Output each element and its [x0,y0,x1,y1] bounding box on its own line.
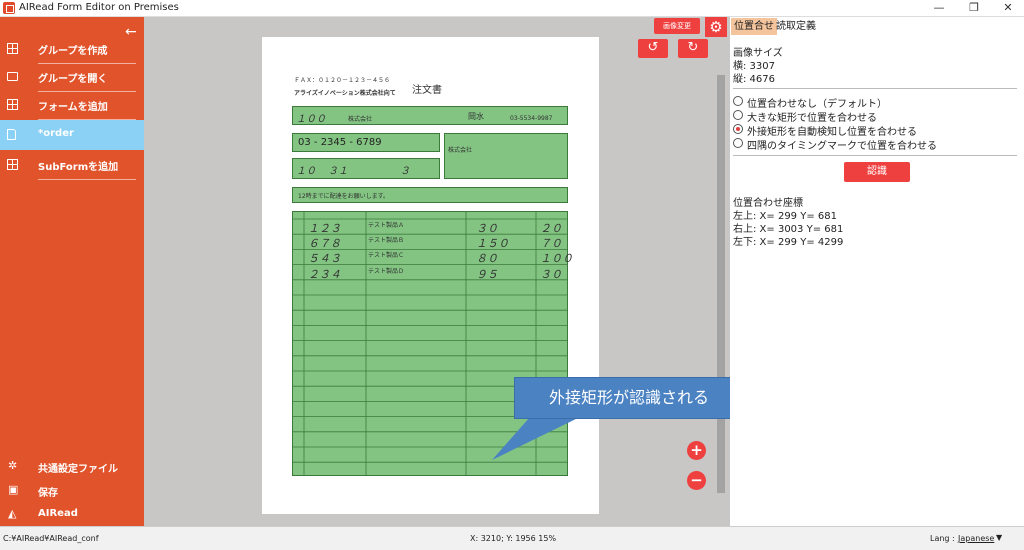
radio-timing-marks[interactable] [733,138,743,148]
lang-select[interactable]: Japanese [958,534,994,543]
plus-box-icon [7,159,18,170]
sidebar-item-add-form[interactable]: フォームを追加 [0,90,144,120]
sidebar-item-label: グループを作成 [38,46,108,57]
sidebar-item-label: フォームを追加 [38,102,108,113]
settings-panel: 位置合せ 読取定義 画像サイズ 横: 3307 縦: 4676 位置合わせなし（… [730,17,1024,526]
image-change-button[interactable]: 画像変更 [654,18,700,34]
tab-read-definition[interactable]: 読取定義 [773,18,819,35]
table-cell: テスト製品Ｄ [368,267,405,275]
gear-icon: ✲ [8,459,18,472]
save-icon: ▣ [8,483,19,496]
table-cell: テスト製品Ｂ [368,237,405,245]
cursor-readout: X: 3210; Y: 1956 15% [470,534,557,543]
app-logo-icon [3,2,15,14]
image-canvas[interactable]: ＦＡＸ：０１２０－１２３－４５６ 注文書 アライズイノベーション株式会社向て １… [144,17,744,526]
table-cell: ２０ [540,222,562,235]
radio-large-rect[interactable] [733,110,743,120]
table-cell: ５４３ [308,252,341,266]
minimize-button[interactable]: — [923,0,955,17]
sidebar-item-label: *order [38,128,74,139]
table-cell: １２３ [308,222,341,235]
table-cell: ７０ [540,237,562,251]
settings-gear-icon[interactable]: ⚙ [705,17,727,37]
sidebar-item-save[interactable]: ▣ 保存 [0,478,144,502]
table-cell: ９５ [476,267,498,281]
table-cell: ８０ [476,252,498,266]
vertical-scrollbar[interactable] [717,75,725,493]
tab-position-align[interactable]: 位置合せ [731,18,777,35]
sidebar-item-order[interactable]: *order [0,120,144,150]
folder-open-icon [7,72,18,81]
radio-no-align[interactable] [733,96,743,106]
recognize-button[interactable]: 認識 [844,162,910,182]
sidebar-item-airead[interactable]: ◭ AIRead [0,502,144,526]
table-cell: ６７８ [308,237,341,251]
rotate-right-button[interactable]: ↻ [678,39,708,58]
dropdown-arrow-icon[interactable]: ▼ [996,533,1002,542]
table-cell: ２３４ [308,267,341,281]
title-bar: AIRead Form Editor on Premises — ❐ ✕ [0,0,1024,17]
maximize-button[interactable]: ❐ [958,0,990,17]
rotate-left-button[interactable]: ↺ [638,39,668,58]
radio-bounding-rect[interactable] [733,124,743,134]
table-cell: テスト製品Ａ [368,222,405,229]
sidebar-item-add-subform[interactable]: SubFormを追加 [0,150,144,180]
document-icon [7,129,16,140]
callout-annotation: 外接矩形が認識される [514,377,744,419]
plus-box-icon [7,43,18,54]
sidebar-item-label: SubFormを追加 [38,162,119,173]
status-bar: C:¥AIRead¥AIRead_conf X: 3210; Y: 1956 1… [0,526,1024,550]
zoom-in-button[interactable]: + [687,441,706,460]
table-cell: ３０ [540,267,562,281]
config-path: C:¥AIRead¥AIRead_conf [3,534,99,543]
sidebar: ← グループを作成 グループを開く フォームを追加 *order SubForm… [0,17,144,526]
table-cell: ３０ [476,222,498,235]
detected-box [444,133,568,179]
callout-pointer [492,417,580,460]
close-button[interactable]: ✕ [992,0,1024,17]
sidebar-item-common-settings[interactable]: ✲ 共通設定ファイル [0,454,144,478]
table-cell: テスト製品Ｃ [368,252,405,260]
window-title: AIRead Form Editor on Premises [19,2,179,13]
zoom-out-button[interactable]: − [687,471,706,490]
plus-box-icon [7,99,18,110]
sidebar-item-create-group[interactable]: グループを作成 [0,34,144,64]
sidebar-item-label: グループを開く [38,74,108,85]
airead-logo-icon: ◭ [8,507,17,520]
lang-label: Lang : [930,534,955,543]
table-cell: １５０ [476,237,509,251]
table-cell: １００ [540,252,573,266]
sidebar-item-open-group[interactable]: グループを開く [0,62,144,92]
